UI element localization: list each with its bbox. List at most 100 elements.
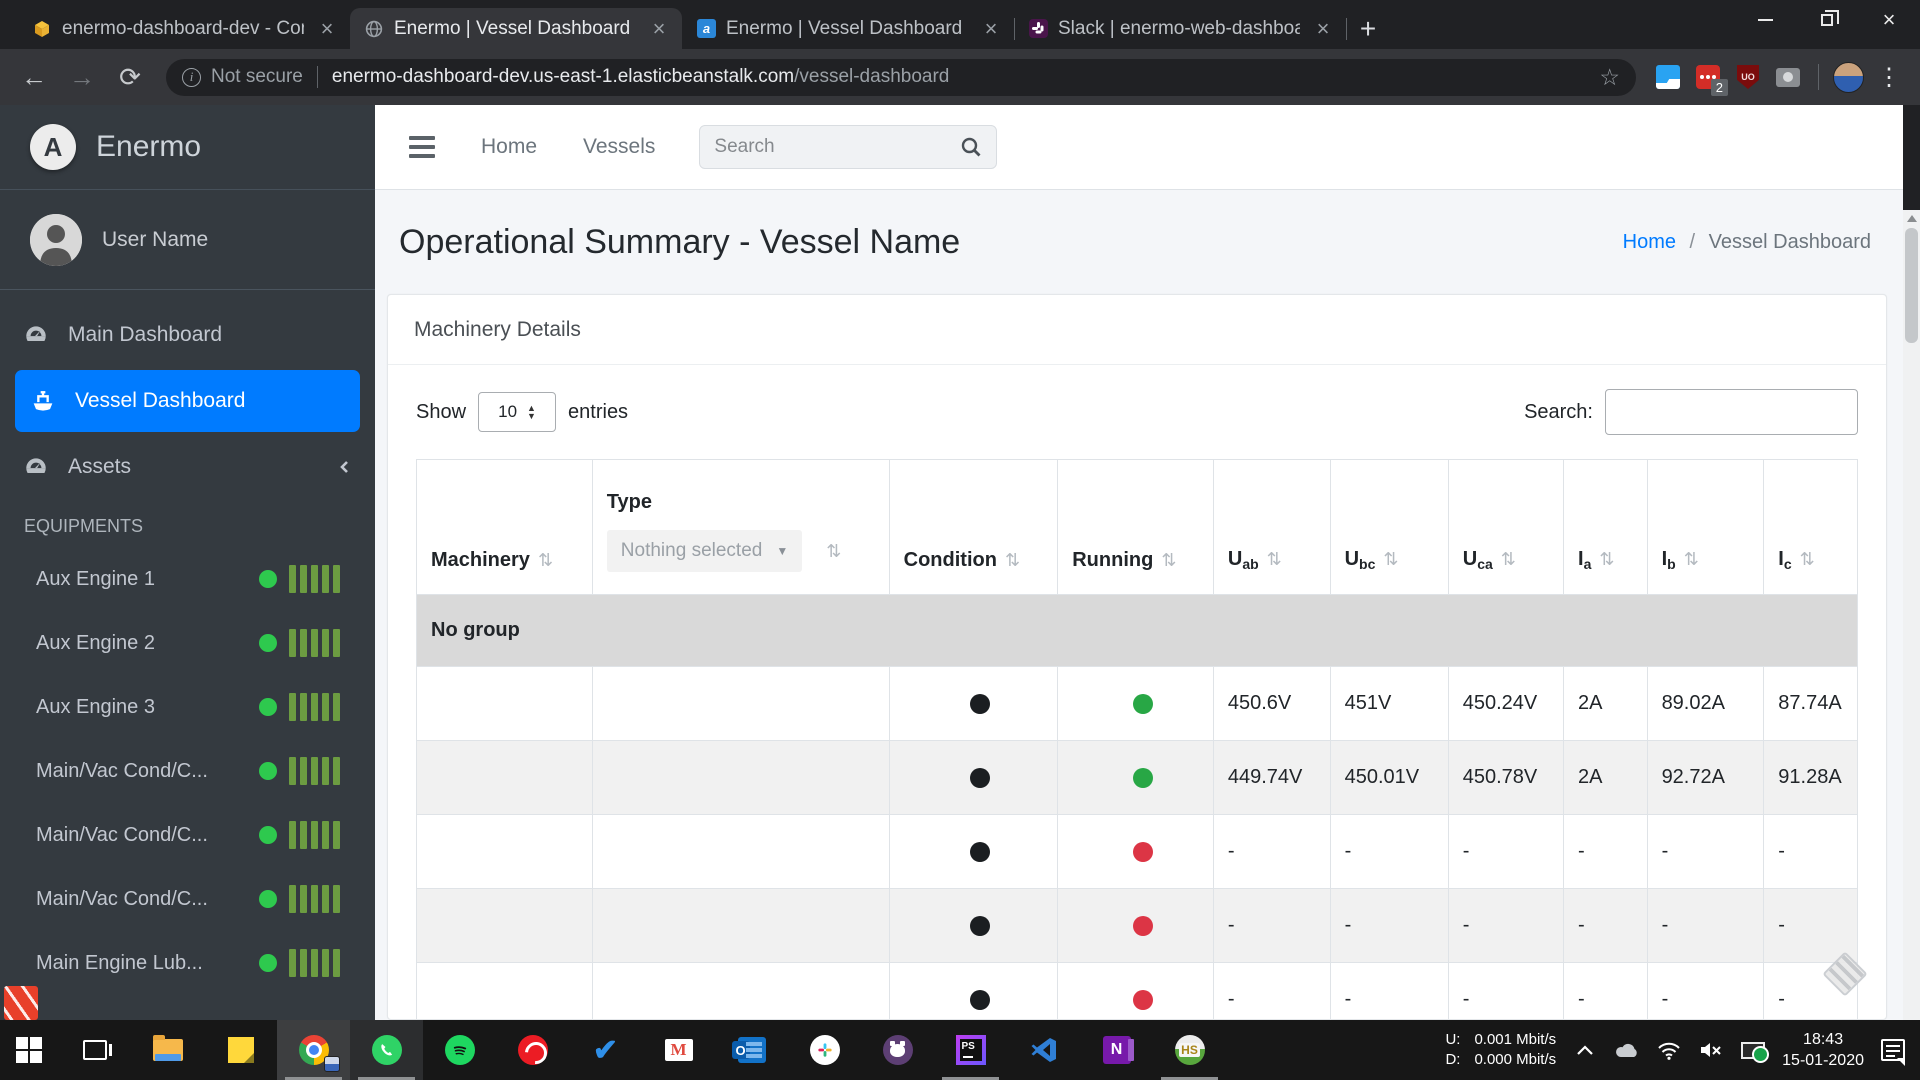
extension-ublock[interactable]: UO — [1732, 61, 1764, 93]
hamburger-menu-icon[interactable] — [409, 136, 435, 158]
equipment-item[interactable]: Main/Vac Cond/C... — [0, 739, 375, 803]
sort-icon[interactable]: ⇅ — [1800, 549, 1815, 569]
sidebar-item-vessel-dashboard[interactable]: Vessel Dashboard — [15, 370, 360, 432]
address-bar[interactable]: i Not secure enermo-dashboard-dev.us-eas… — [166, 59, 1636, 96]
info-icon[interactable]: i — [182, 68, 201, 87]
heidisql-button[interactable]: HS — [1153, 1020, 1226, 1080]
page-size-select[interactable]: 10 ▲▼ — [478, 392, 556, 432]
sort-icon[interactable]: ⇅ — [1684, 549, 1699, 569]
reload-button[interactable]: ⟳ — [110, 57, 150, 97]
sort-icon[interactable]: ⇅ — [538, 550, 553, 570]
table-row[interactable]: - - - - - - — [417, 815, 1858, 889]
sort-icon[interactable]: ⇅ — [1005, 550, 1020, 570]
tab-slack[interactable]: Slack | enermo-web-dashboard | × — [1014, 8, 1346, 49]
file-explorer-button[interactable] — [131, 1020, 204, 1080]
sticky-notes-button[interactable] — [204, 1020, 277, 1080]
column-machinery[interactable]: Machinery⇅ — [417, 460, 593, 595]
display-settings-icon[interactable] — [1740, 1037, 1766, 1063]
navbar-search[interactable] — [699, 125, 997, 169]
table-search-input[interactable] — [1605, 389, 1858, 435]
volume-muted-icon[interactable] — [1698, 1037, 1724, 1063]
sort-icon[interactable]: ⇅ — [1599, 549, 1614, 569]
gmail-button[interactable]: M — [642, 1020, 715, 1080]
close-icon[interactable]: × — [978, 16, 1004, 42]
nav-link-home[interactable]: Home — [481, 135, 537, 159]
sidebar-item-assets[interactable]: Assets — [0, 440, 375, 494]
spotify-button[interactable] — [423, 1020, 496, 1080]
extension-wallet[interactable] — [1652, 61, 1684, 93]
authy-icon — [518, 1035, 548, 1065]
column-ia[interactable]: Ia⇅ — [1564, 460, 1648, 595]
authy-button[interactable] — [496, 1020, 569, 1080]
column-condition[interactable]: Condition⇅ — [889, 460, 1058, 595]
phpstorm-button[interactable]: PS — [934, 1020, 1007, 1080]
search-input[interactable] — [714, 136, 960, 158]
tab-vessel-dashboard-active[interactable]: Enermo | Vessel Dashboard × — [350, 8, 682, 49]
start-button[interactable] — [0, 1020, 58, 1080]
sort-icon[interactable]: ⇅ — [1161, 550, 1176, 570]
wifi-icon[interactable] — [1656, 1037, 1682, 1063]
action-center-icon[interactable] — [1880, 1037, 1906, 1063]
equipment-item[interactable]: Main Engine Lub... — [0, 931, 375, 995]
type-filter-dropdown[interactable]: Nothing selected ▼ — [607, 530, 802, 572]
chrome-button[interactable] — [277, 1020, 350, 1080]
outlook-button[interactable] — [715, 1020, 788, 1080]
sort-icon[interactable]: ⇅ — [1383, 549, 1398, 569]
check-app-button[interactable]: ✔ — [569, 1020, 642, 1080]
column-uab[interactable]: Uab⇅ — [1213, 460, 1330, 595]
column-uca[interactable]: Uca⇅ — [1448, 460, 1563, 595]
tab-beanstalk[interactable]: enermo-dashboard-dev - Config × — [18, 8, 350, 49]
tab-vessel-dashboard-2[interactable]: a Enermo | Vessel Dashboard × — [682, 8, 1014, 49]
column-ib[interactable]: Ib⇅ — [1647, 460, 1764, 595]
back-button[interactable]: ← — [14, 57, 54, 97]
tray-chevron-up-icon[interactable] — [1572, 1037, 1598, 1063]
table-row[interactable]: 450.6V 451V 450.24V 2A 89.02A 87.74A — [417, 667, 1858, 741]
scrollbar-thumb[interactable] — [1905, 228, 1918, 343]
column-ic[interactable]: Ic⇅ — [1764, 460, 1858, 595]
new-tab-button[interactable]: + — [1346, 8, 1390, 49]
whatsapp-button[interactable] — [350, 1020, 423, 1080]
equipment-item[interactable]: Aux Engine 2 — [0, 611, 375, 675]
close-window-button[interactable]: × — [1858, 0, 1920, 40]
scroll-up-arrow[interactable] — [1903, 210, 1920, 227]
sort-icon[interactable]: ⇅ — [1501, 549, 1516, 569]
github-button[interactable] — [861, 1020, 934, 1080]
column-ubc[interactable]: Ubc⇅ — [1330, 460, 1448, 595]
brand[interactable]: A Enermo — [0, 105, 375, 190]
user-panel[interactable]: User Name — [0, 190, 375, 290]
vscode-button[interactable] — [1007, 1020, 1080, 1080]
equipment-item[interactable]: Main/Vac Cond/C... — [0, 803, 375, 867]
taskbar-clock[interactable]: 18:43 15-01-2020 — [1782, 1029, 1864, 1071]
equipment-item[interactable]: Aux Engine 3 — [0, 675, 375, 739]
equipment-item[interactable]: Main/Vac Cond/C... — [0, 867, 375, 931]
network-speed-widget[interactable]: U: 0.001 Mbit/s D: 0.000 Mbit/s — [1445, 1030, 1556, 1070]
browser-menu-button[interactable]: ⋮ — [1872, 63, 1906, 92]
condition-dot — [970, 768, 990, 788]
extension-password-manager[interactable]: 2 — [1692, 61, 1724, 93]
browser-profile-avatar[interactable] — [1833, 62, 1864, 93]
equipment-item[interactable]: Aux Engine 1 — [0, 547, 375, 611]
forward-button[interactable]: → — [62, 57, 102, 97]
onenote-button[interactable]: N — [1080, 1020, 1153, 1080]
bookmark-star-icon[interactable]: ☆ — [1599, 64, 1620, 91]
restore-button[interactable] — [1796, 0, 1858, 40]
nav-link-vessels[interactable]: Vessels — [583, 135, 655, 159]
onedrive-cloud-icon[interactable] — [1614, 1037, 1640, 1063]
close-icon[interactable]: × — [1310, 16, 1336, 42]
sidebar-item-main-dashboard[interactable]: Main Dashboard — [0, 308, 375, 362]
minimize-button[interactable] — [1734, 0, 1796, 40]
close-icon[interactable]: × — [646, 16, 672, 42]
search-icon[interactable] — [960, 136, 982, 158]
slack-button[interactable] — [788, 1020, 861, 1080]
extension-screenshot[interactable] — [1772, 61, 1804, 93]
table-row[interactable]: - - - - - - — [417, 889, 1858, 963]
task-view-button[interactable] — [58, 1020, 131, 1080]
close-icon[interactable]: × — [314, 16, 340, 42]
page-scrollbar[interactable] — [1903, 210, 1920, 1080]
column-running[interactable]: Running⇅ — [1058, 460, 1214, 595]
table-row[interactable]: 449.74V 450.01V 450.78V 2A 92.72A 91.28A — [417, 741, 1858, 815]
sort-icon[interactable]: ⇅ — [1267, 549, 1282, 569]
breadcrumb-home-link[interactable]: Home — [1623, 231, 1676, 253]
table-row[interactable]: - - - - - - — [417, 963, 1858, 1021]
sort-icon[interactable]: ⇅ — [826, 541, 841, 562]
